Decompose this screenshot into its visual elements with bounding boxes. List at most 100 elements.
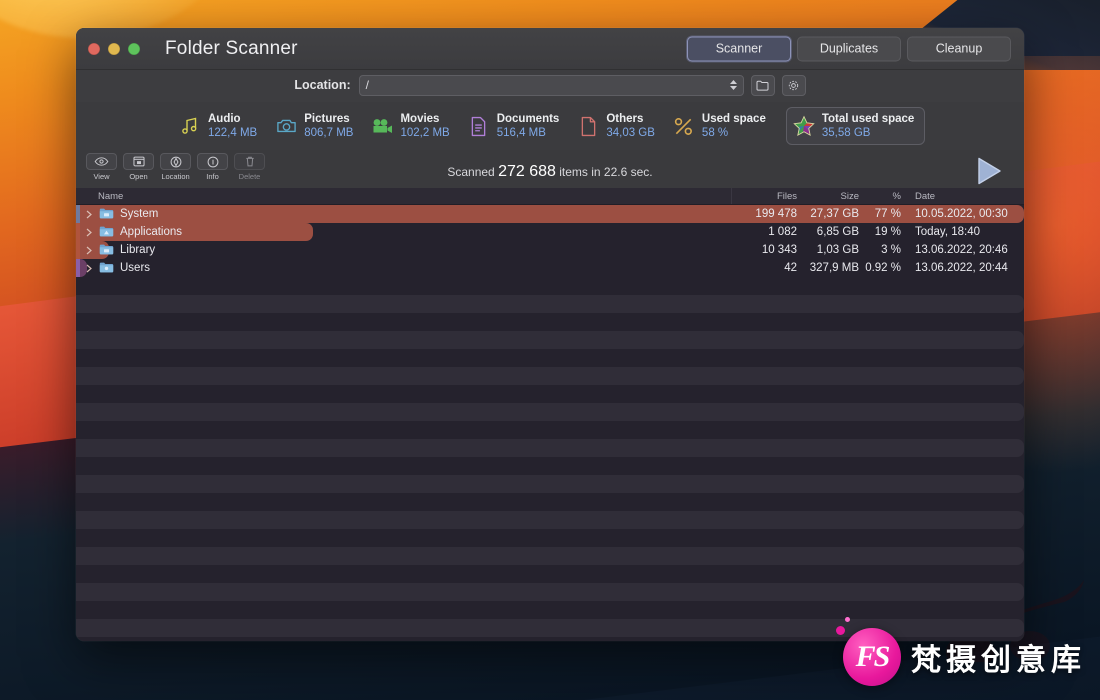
file-tree-list[interactable]: System 199 478 27,37 GB 77 % 10.05.2022, 00:… [76,205,1024,641]
page-title: Folder Scanner [165,37,298,59]
empty-row-fill [76,529,1024,547]
empty-row [76,547,1024,565]
row-files: 1 082 [768,226,797,238]
row-name: Applications [120,226,183,238]
view-button[interactable]: View [86,153,117,181]
empty-row [76,349,1024,367]
action-label: View [93,172,110,181]
minimize-button[interactable] [108,42,120,55]
row-size: 1,03 GB [816,244,859,256]
info-circle-icon [207,156,218,167]
tab-cleanup[interactable]: Cleanup [907,36,1011,61]
stat-value: 122,4 MB [208,127,258,139]
delete-button[interactable]: Delete [234,153,265,181]
logo-dot-small [845,617,850,622]
empty-row [76,331,1024,349]
close-button[interactable] [88,42,100,55]
open-button[interactable]: Open [123,153,154,181]
row-date: 13.06.2022, 20:46 [915,244,1008,256]
stat-value: 35,58 GB [821,127,871,139]
empty-row [76,529,1024,547]
compass-icon [170,156,181,167]
row-date: 13.06.2022, 20:44 [915,262,1008,274]
tab-duplicates[interactable]: Duplicates [797,36,901,61]
empty-row [76,421,1024,439]
folder-icon [99,261,114,276]
choose-folder-button[interactable] [750,74,775,96]
action-label: Info [206,172,219,181]
table-row[interactable]: Users 42 327,9 MB 0.92 % 13.06.2022, 20:44 [76,259,1024,277]
column-header-size[interactable]: Size [802,188,864,204]
location-button[interactable]: Location [160,153,191,181]
stat-audio[interactable]: Audio 122,4 MB [179,112,257,141]
expand-disclosure-icon[interactable] [84,246,93,255]
expand-disclosure-icon[interactable] [84,264,93,273]
gear-icon [788,80,799,90]
category-stats-strip: Audio 122,4 MB Pictures 806,7 MB Movies … [76,102,1024,150]
stepper-updown-icon[interactable] [729,79,738,91]
play-triangle-icon [978,157,1001,185]
empty-row [76,403,1024,421]
table-row[interactable]: System 199 478 27,37 GB 77 % 10.05.2022, 00:… [76,205,1024,223]
settings-button[interactable] [781,74,806,96]
stat-value: 516,4 MB [496,127,546,139]
table-header-row: Name Files Size % Date [76,188,1024,205]
empty-row [76,367,1024,385]
column-header-name[interactable]: Name [76,188,732,204]
traffic-light-group [76,42,140,55]
location-input[interactable]: / [358,74,744,96]
stat-used-space[interactable]: Used space 58 % [673,112,766,141]
window-titlebar: Folder Scanner Scanner Duplicates Cleanu… [76,28,1024,70]
empty-row-fill [76,331,1024,349]
stat-label: Others [606,112,644,125]
empty-row-fill [76,583,1024,601]
stat-label: Audio [208,112,241,125]
document-icon [468,115,490,137]
table-row[interactable]: Library 10 343 1,03 GB 3 % 13.06.2022, 20:46 [76,241,1024,259]
table-row[interactable]: Applications 1 082 6,85 GB 19 % Today, 18:40 [76,223,1024,241]
column-header-date[interactable]: Date [906,188,1024,204]
star-icon [793,115,815,137]
empty-row-fill [76,421,1024,439]
percent-icon [673,115,695,137]
stat-total-used-space[interactable]: Total used space 35,58 GB [785,106,926,146]
column-header-pct[interactable]: % [864,188,906,204]
stat-label: Documents [496,112,560,125]
column-header-files[interactable]: Files [732,188,802,204]
row-size: 27,37 GB [810,208,859,220]
start-scan-button[interactable] [974,156,1004,186]
watermark-brand-text: 梵摄创意库 [911,643,1086,678]
expand-disclosure-icon[interactable] [84,228,93,237]
location-bar: Location: / [76,70,1024,102]
eye-icon [94,157,109,166]
expand-disclosure-icon[interactable] [84,210,93,219]
row-size: 327,9 MB [809,262,859,274]
open-window-icon [132,156,145,167]
folder-icon [99,243,114,258]
trash-icon [245,156,254,167]
watermark-logo: FS [836,617,901,686]
row-pct: 3 % [881,244,901,256]
stat-label: Pictures [304,112,350,125]
stat-documents[interactable]: Documents 516,4 MB [468,112,560,141]
maximize-button[interactable] [128,42,140,55]
empty-row-fill [76,295,1024,313]
stat-value: 102,2 MB [400,127,450,139]
stat-movies[interactable]: Movies 102,2 MB [371,112,450,141]
stat-pictures[interactable]: Pictures 806,7 MB [275,112,353,141]
scan-count: 272 688 [498,163,556,180]
empty-row-fill [76,403,1024,421]
folder-icon [99,207,114,222]
empty-row-fill [76,565,1024,583]
row-size: 6,85 GB [816,226,859,238]
stat-label: Movies [400,112,440,125]
empty-row [76,295,1024,313]
folder-icon [99,225,114,240]
tab-scanner[interactable]: Scanner [687,36,791,61]
info-button[interactable]: Info [197,153,228,181]
action-button-group: View Open Location Info Delete [76,150,265,181]
stat-label: Total used space [821,112,915,125]
empty-row-fill [76,313,1024,331]
row-pct: 19 % [874,226,901,238]
stat-others[interactable]: Others 34,03 GB [577,112,655,141]
